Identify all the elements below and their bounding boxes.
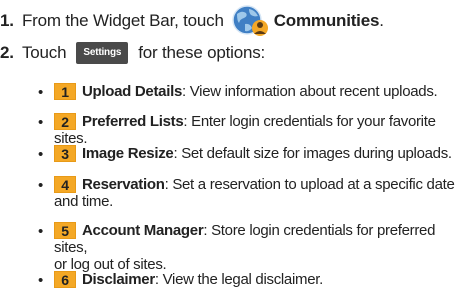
option-title: Image Resize xyxy=(82,145,174,162)
step-suffix: for these options: xyxy=(138,43,266,62)
option-upload-details: • 1 Upload Details: View information abou… xyxy=(38,83,468,101)
bullet: • xyxy=(38,84,43,101)
badge-1: 1 xyxy=(54,83,76,100)
option-description: : Set default size for images during upl… xyxy=(173,145,452,162)
instruction-page: 1. From the Widget Bar, touch Communitie… xyxy=(0,0,472,295)
step-2: 2. Touch Settings for these options: xyxy=(0,42,265,64)
bullet: • xyxy=(38,146,43,163)
badge-4: 4 xyxy=(54,176,76,193)
settings-button[interactable]: Settings xyxy=(76,42,129,64)
step-1: 1. From the Widget Bar, touch Communitie… xyxy=(0,4,384,38)
option-preferred-lists: • 2 Preferred Lists: Enter login credenti… xyxy=(38,113,468,147)
option-account-manager: • 5 Account Manager: Store login credenti… xyxy=(38,222,468,273)
option-title: Reservation xyxy=(82,176,165,193)
step-text: From the Widget Bar, touch xyxy=(22,11,224,30)
badge-3: 3 xyxy=(54,145,76,162)
option-image-resize: • 3 Image Resize: Set default size for im… xyxy=(38,145,468,163)
option-description: : View the legal disclaimer. xyxy=(154,271,323,288)
communities-label: Communities xyxy=(273,11,380,30)
option-description-cont: and time. xyxy=(54,193,113,210)
option-description: : Set a reservation to upload at a speci… xyxy=(164,176,455,193)
option-title: Disclaimer xyxy=(82,271,155,288)
badge-6: 6 xyxy=(54,271,76,288)
step-number: 1. xyxy=(0,11,14,30)
step-suffix: . xyxy=(379,11,384,30)
bullet: • xyxy=(38,272,43,289)
option-reservation: • 4 Reservation: Set a reservation to upl… xyxy=(38,176,468,210)
option-title: Account Manager xyxy=(82,222,204,239)
step-number: 2. xyxy=(0,43,14,62)
option-title: Preferred Lists xyxy=(82,113,184,130)
badge-2: 2 xyxy=(54,113,76,130)
option-description: : View information about recent uploads. xyxy=(182,83,438,100)
badge-5: 5 xyxy=(54,222,76,239)
option-disclaimer: • 6 Disclaimer: View the legal disclaimer… xyxy=(38,271,468,289)
bullet: • xyxy=(38,223,43,240)
option-title: Upload Details xyxy=(82,83,182,100)
bullet: • xyxy=(38,177,43,194)
step-text: Touch xyxy=(22,43,67,62)
communities-globe-icon xyxy=(230,4,270,38)
bullet: • xyxy=(38,114,43,131)
